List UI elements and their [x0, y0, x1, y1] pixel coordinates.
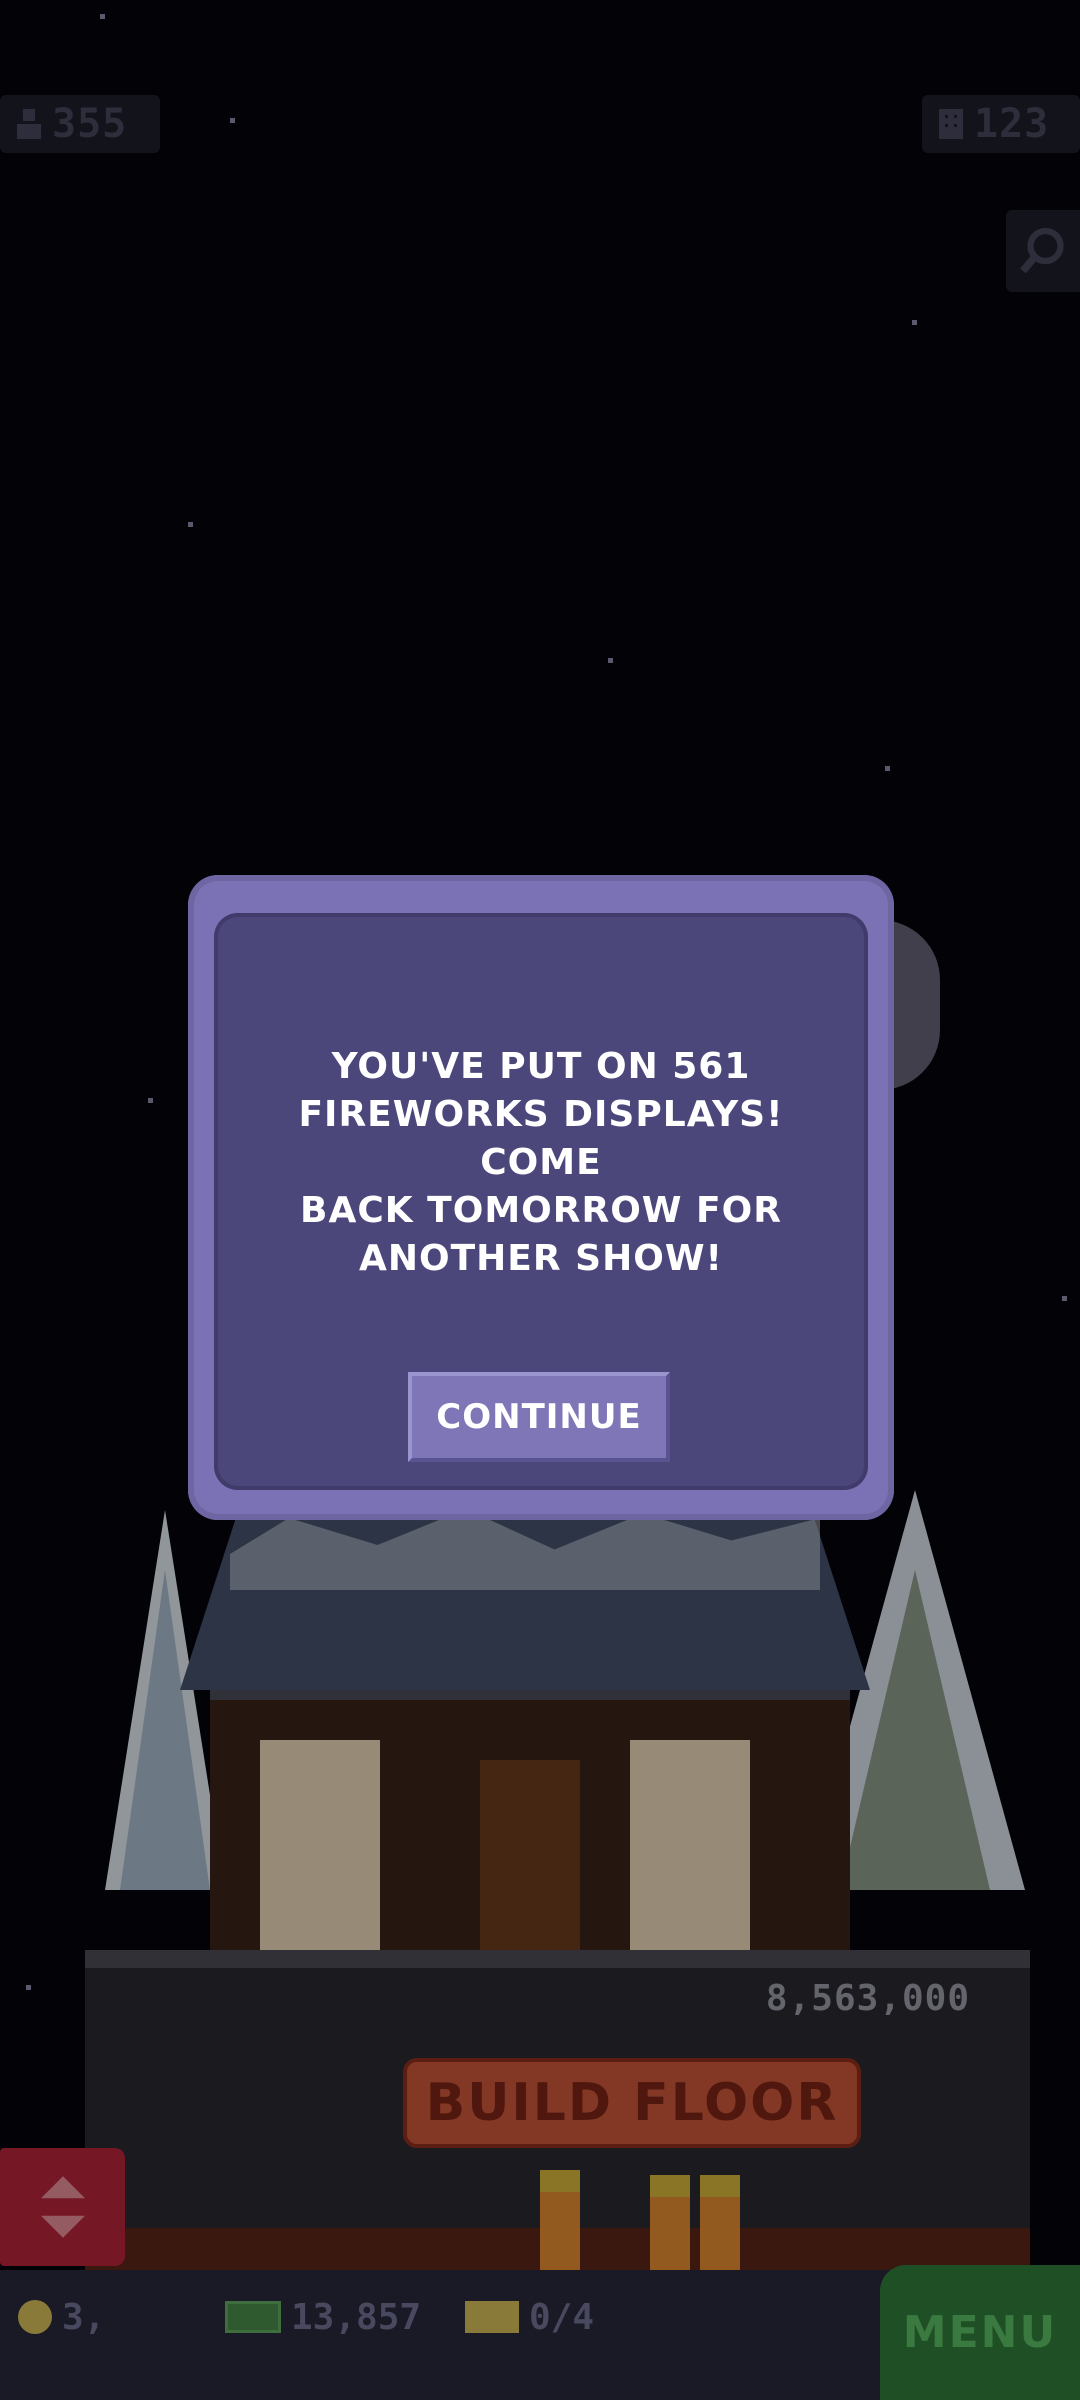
coins-stat[interactable]: 3,	[18, 2292, 105, 2342]
coins-value: 3,	[62, 2296, 106, 2338]
bux-stat[interactable]: 13,857	[225, 2292, 421, 2342]
tickets-value: 0/4	[529, 2296, 595, 2338]
tickets-stat[interactable]: 0/4	[465, 2292, 594, 2342]
bux-value: 13,857	[291, 2296, 422, 2338]
menu-button[interactable]: MENU	[880, 2265, 1080, 2400]
coin-icon	[18, 2300, 52, 2334]
dialog-message: YOU'VE PUT ON 561 FIREWORKS DISPLAYS! CO…	[298, 1046, 784, 1279]
continue-button[interactable]: CONTINUE	[408, 1372, 670, 1462]
cash-icon	[225, 2301, 281, 2333]
ticket-icon	[465, 2301, 519, 2333]
